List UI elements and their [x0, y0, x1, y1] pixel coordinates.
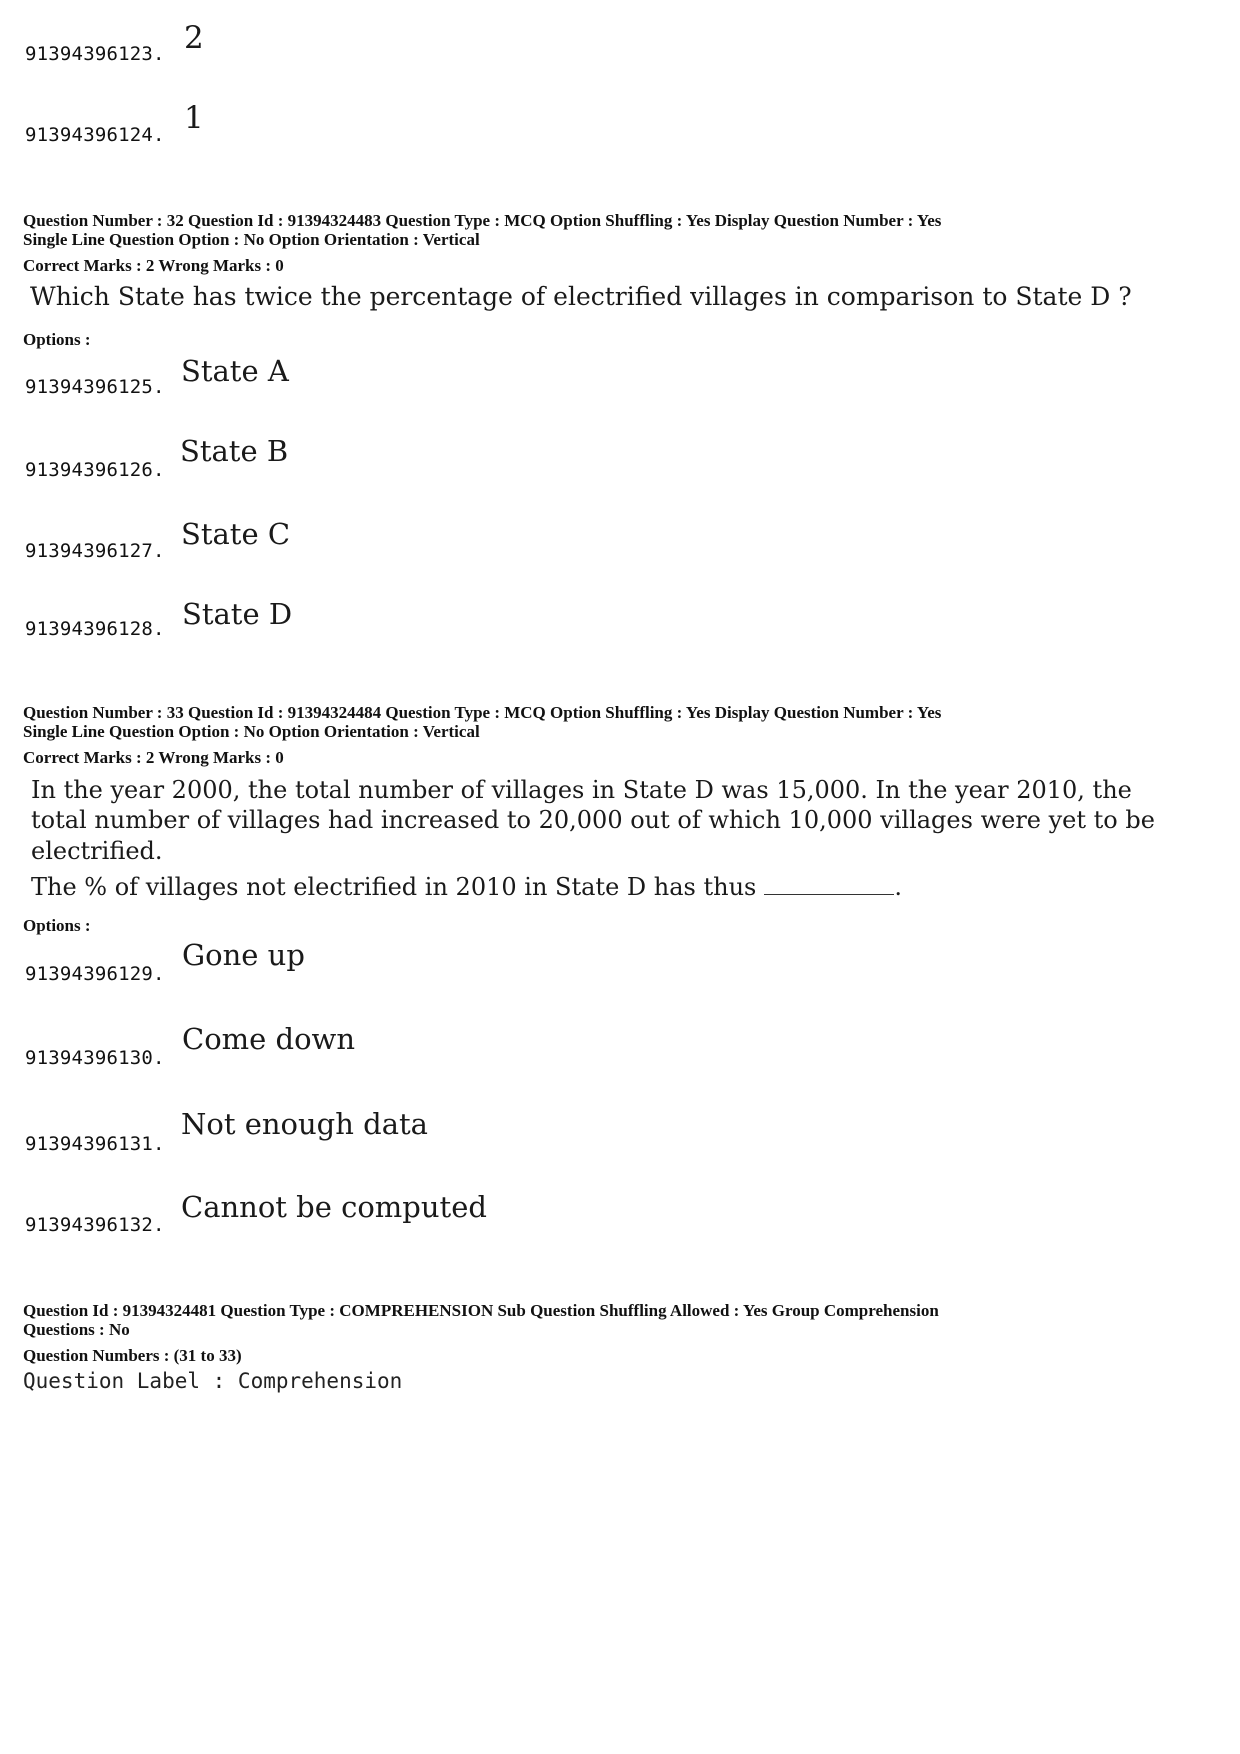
question-paragraph-line1: In the year 2000, the total number of vi… — [31, 776, 1132, 804]
question-marks: Correct Marks : 2 Wrong Marks : 0 — [23, 256, 284, 275]
question-paragraph-2: The % of villages not electrified in 201… — [31, 870, 902, 904]
question-meta-line2: Single Line Question Option : No Option … — [23, 230, 480, 249]
option-id: 91394396128. — [25, 618, 165, 640]
question-period: . — [894, 873, 902, 901]
option-text: State D — [182, 597, 293, 631]
option-id: 91394396123. — [25, 43, 165, 65]
question-paragraph-line2: total number of villages had increased t… — [31, 806, 1155, 834]
option-id: 91394396131. — [25, 1133, 165, 1155]
question-numbers: Question Numbers : (31 to 33) — [23, 1346, 242, 1365]
question-sentence: The % of villages not electrified in 201… — [31, 873, 757, 901]
option-text: 2 — [184, 20, 204, 56]
option-id: 91394396127. — [25, 540, 165, 562]
question-meta-line1: Question Number : 33 Question Id : 91394… — [23, 703, 942, 722]
option-id: 91394396130. — [25, 1047, 165, 1069]
option-id: 91394396126. — [25, 459, 165, 481]
question-meta-line1: Question Number : 32 Question Id : 91394… — [23, 211, 942, 230]
option-text: Come down — [182, 1022, 356, 1056]
option-text: State C — [181, 517, 291, 551]
question-paragraph-line3: electrified. — [31, 837, 163, 865]
option-text: Gone up — [182, 938, 305, 972]
option-text: Not enough data — [181, 1107, 428, 1141]
answer-blank — [764, 876, 895, 895]
comprehension-meta-line2: Questions : No — [23, 1320, 130, 1339]
option-text: State B — [180, 434, 289, 468]
question-marks: Correct Marks : 2 Wrong Marks : 0 — [23, 748, 284, 767]
question-meta-line2: Single Line Question Option : No Option … — [23, 722, 480, 741]
question-text: Which State has twice the percentage of … — [30, 282, 1132, 311]
option-id: 91394396129. — [25, 963, 165, 985]
option-id: 91394396132. — [25, 1214, 165, 1236]
option-text: 1 — [184, 100, 204, 136]
option-text: State A — [181, 354, 289, 388]
option-text: Cannot be computed — [181, 1190, 487, 1224]
options-label: Options : — [23, 916, 91, 935]
option-id: 91394396124. — [25, 124, 165, 146]
options-label: Options : — [23, 330, 91, 349]
question-label: Question Label : Comprehension — [23, 1369, 403, 1393]
option-id: 91394396125. — [25, 376, 165, 398]
comprehension-meta-line1: Question Id : 91394324481 Question Type … — [23, 1301, 939, 1320]
